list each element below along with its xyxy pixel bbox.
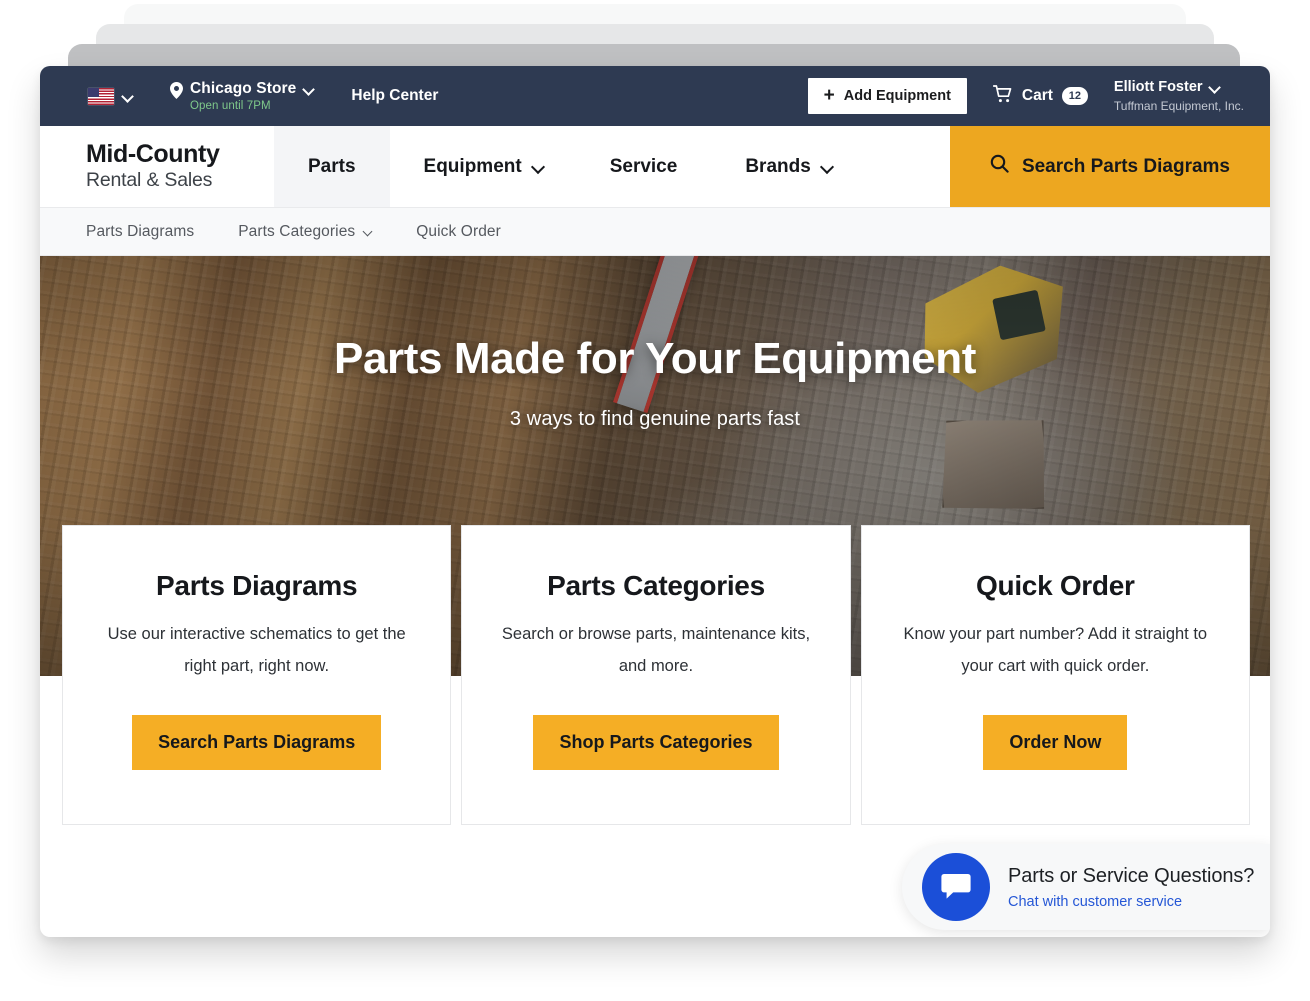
chat-text-block: Parts or Service Questions? Chat with cu… (1008, 863, 1254, 912)
brand-logo[interactable]: Mid-County Rental & Sales (40, 126, 274, 207)
shop-parts-categories-cta[interactable]: Shop Parts Categories (533, 715, 778, 770)
utility-bar-left: Chicago Store Open until 7PM Help Center (88, 80, 438, 112)
nav-item-service-label: Service (610, 156, 678, 178)
promo-card-quick-order: Quick Order Know your part number? Add i… (861, 525, 1250, 825)
order-now-cta[interactable]: Order Now (983, 715, 1127, 770)
subnav-item-parts-diagrams-label: Parts Diagrams (86, 223, 194, 241)
search-parts-diagrams-button[interactable]: Search Parts Diagrams (950, 126, 1270, 207)
hero-subtitle: 3 ways to find genuine parts fast (40, 408, 1270, 431)
store-selector[interactable]: Chicago Store Open until 7PM (170, 80, 313, 112)
promo-card-parts-diagrams: Parts Diagrams Use our interactive schem… (62, 525, 451, 825)
map-pin-icon (170, 82, 183, 104)
us-flag-icon (88, 88, 114, 105)
nav-item-brands-label: Brands (745, 156, 810, 178)
browser-window: Chicago Store Open until 7PM Help Center… (40, 66, 1270, 937)
hero-title: Parts Made for Your Equipment (40, 334, 1270, 384)
add-equipment-label: Add Equipment (844, 88, 951, 104)
chevron-down-icon (364, 228, 372, 236)
subnav-item-quick-order[interactable]: Quick Order (416, 223, 501, 241)
utility-bar-right: + Add Equipment Cart 12 Elliott Foster (808, 78, 1244, 114)
chevron-down-icon (1210, 83, 1219, 92)
nav-item-service[interactable]: Service (576, 126, 712, 207)
account-menu[interactable]: Elliott Foster Tuffman Equipment, Inc. (1114, 79, 1244, 113)
search-icon (990, 154, 1009, 179)
nav-item-parts-label: Parts (308, 156, 356, 178)
promo-card-title: Parts Categories (547, 570, 765, 602)
chat-title: Parts or Service Questions? (1008, 863, 1254, 889)
cart-label: Cart (1022, 87, 1053, 105)
search-parts-diagrams-label: Search Parts Diagrams (1022, 156, 1230, 178)
chat-bubble-icon (922, 853, 990, 921)
nav-item-equipment-label: Equipment (424, 156, 522, 178)
nav-item-brands[interactable]: Brands (711, 126, 864, 207)
promo-card-parts-categories: Parts Categories Search or browse parts,… (461, 525, 850, 825)
subnav-item-parts-categories[interactable]: Parts Categories (238, 223, 372, 241)
promo-card-title: Quick Order (976, 570, 1135, 602)
search-parts-diagrams-cta[interactable]: Search Parts Diagrams (132, 715, 381, 770)
chevron-down-icon (533, 162, 542, 171)
hero-copy: Parts Made for Your Equipment 3 ways to … (40, 334, 1270, 431)
account-name-text: Elliott Foster (1114, 79, 1203, 96)
chevron-down-icon (304, 85, 313, 94)
cart-count-badge: 12 (1062, 87, 1088, 105)
locale-selector[interactable] (88, 88, 132, 105)
promo-card-title: Parts Diagrams (156, 570, 357, 602)
store-name-text: Chicago Store (190, 80, 296, 98)
sub-navigation: Parts Diagrams Parts Categories Quick Or… (40, 208, 1270, 256)
chat-subtitle[interactable]: Chat with customer service (1008, 893, 1254, 912)
account-company: Tuffman Equipment, Inc. (1114, 99, 1244, 113)
utility-bar: Chicago Store Open until 7PM Help Center… (40, 66, 1270, 126)
main-navigation: Mid-County Rental & Sales Parts Equipmen… (40, 126, 1270, 208)
store-name: Chicago Store (190, 80, 313, 98)
promo-card-description: Know your part number? Add it straight t… (890, 618, 1220, 682)
chevron-down-icon (123, 92, 132, 101)
cart-button[interactable]: Cart 12 (993, 85, 1088, 108)
chat-widget[interactable]: Parts or Service Questions? Chat with cu… (902, 844, 1270, 930)
promo-card-description: Search or browse parts, maintenance kits… (491, 618, 821, 682)
subnav-item-parts-categories-label: Parts Categories (238, 223, 355, 241)
add-equipment-button[interactable]: + Add Equipment (808, 78, 967, 114)
brand-name-primary: Mid-County (86, 141, 274, 167)
store-hours: Open until 7PM (190, 100, 313, 112)
chevron-down-icon (822, 162, 831, 171)
shopping-cart-icon (993, 85, 1013, 108)
subnav-item-parts-diagrams[interactable]: Parts Diagrams (86, 223, 194, 241)
promo-card-description: Use our interactive schematics to get th… (92, 618, 422, 682)
subnav-item-quick-order-label: Quick Order (416, 223, 501, 241)
nav-item-parts[interactable]: Parts (274, 126, 390, 207)
brand-name-secondary: Rental & Sales (86, 169, 274, 192)
promo-cards-row: Parts Diagrams Use our interactive schem… (62, 525, 1250, 825)
help-center-link[interactable]: Help Center (351, 87, 438, 105)
account-name: Elliott Foster (1114, 79, 1244, 96)
plus-icon: + (824, 86, 835, 105)
nav-item-equipment[interactable]: Equipment (390, 126, 576, 207)
